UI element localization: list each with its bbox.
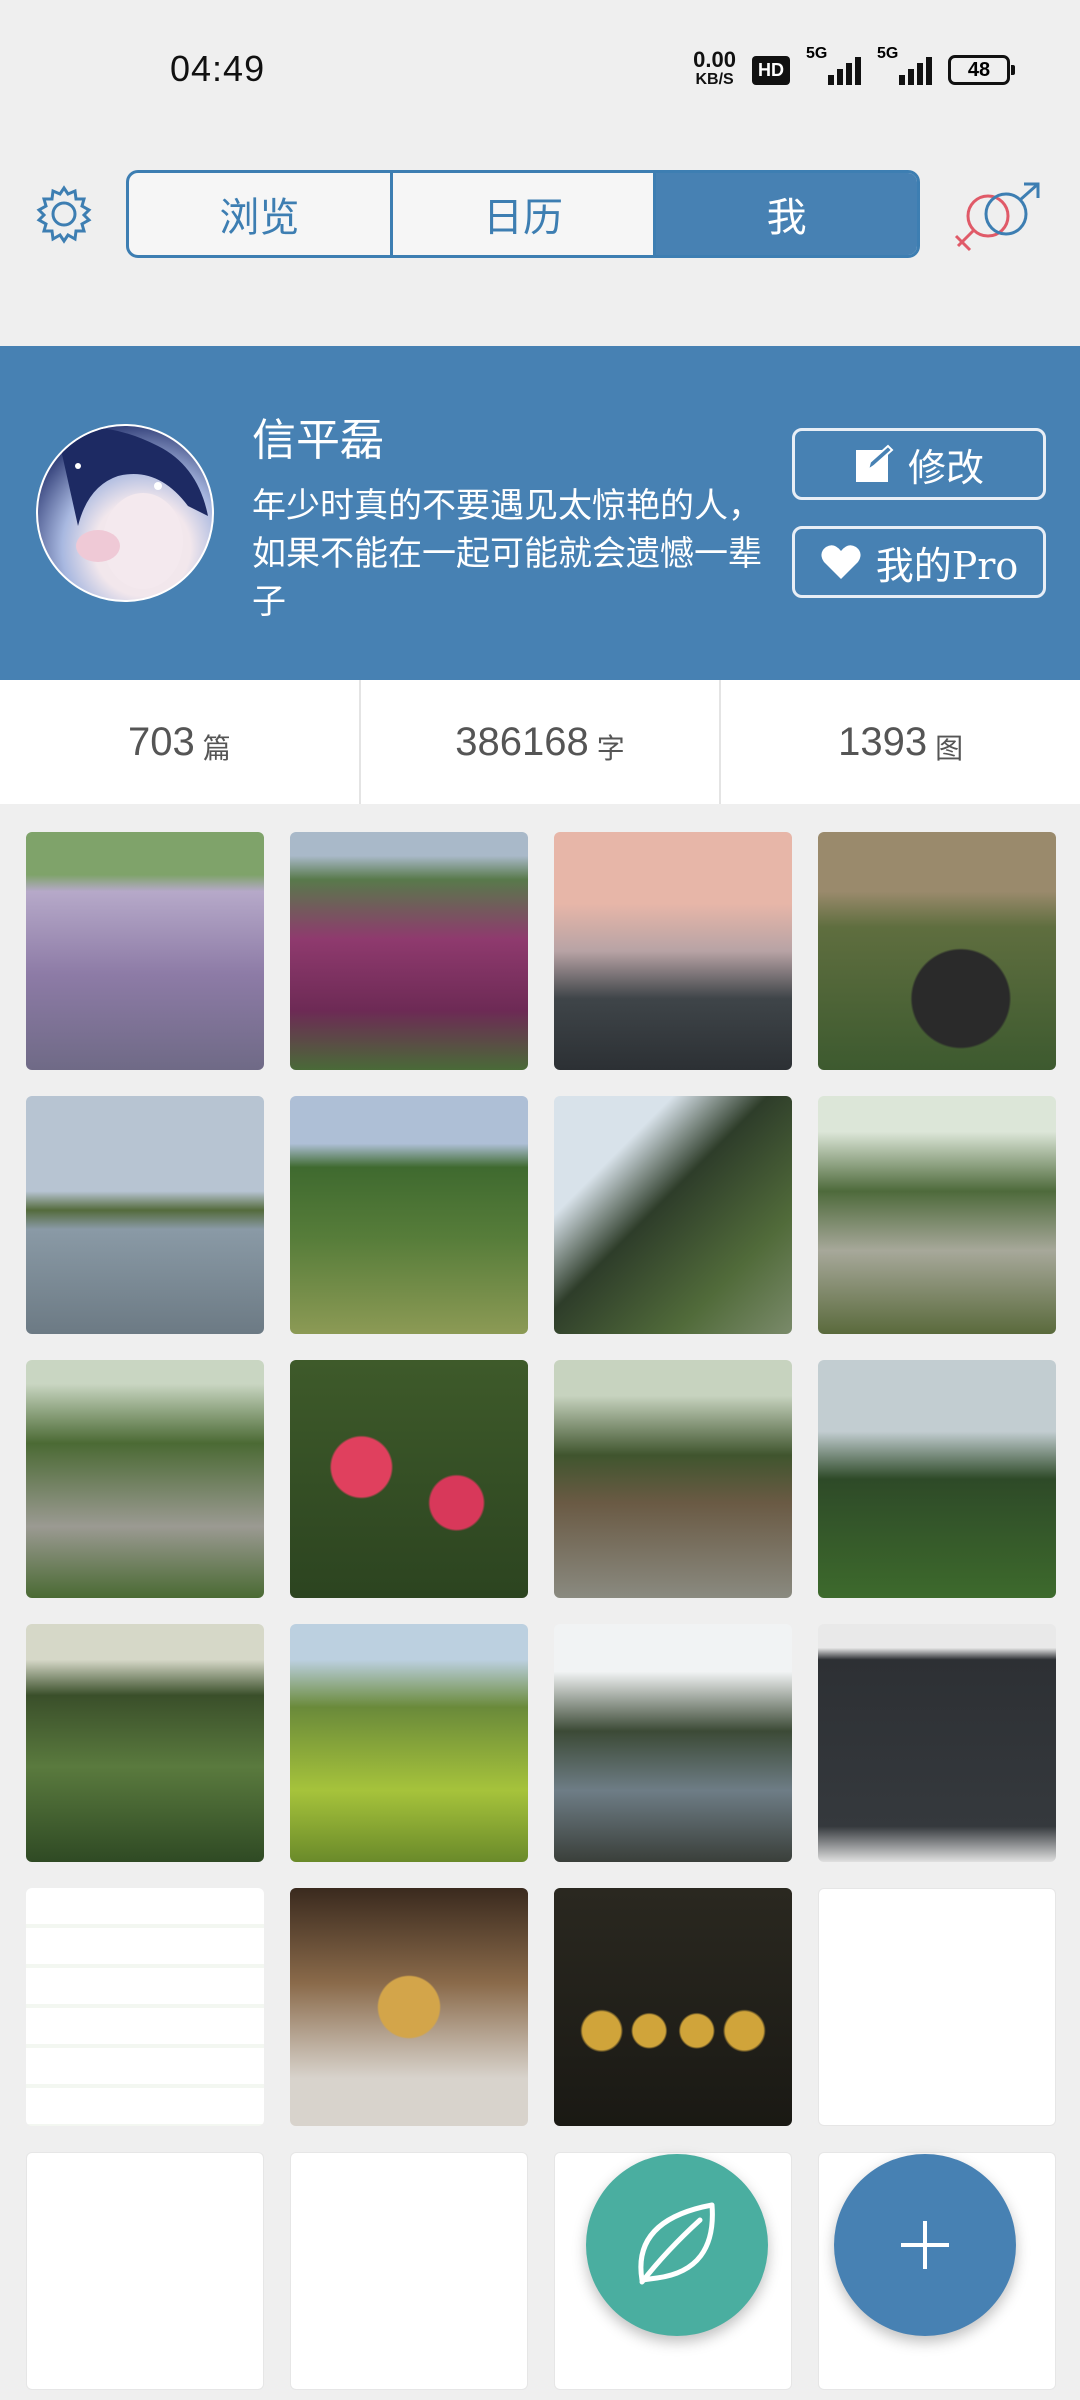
edit-icon <box>855 444 894 482</box>
photo-thumb[interactable] <box>26 1624 264 1862</box>
stats-bar: 703 篇 386168 字 1393 图 <box>0 680 1080 804</box>
photo-thumb[interactable] <box>818 1360 1056 1598</box>
leaf-button[interactable] <box>586 2154 768 2336</box>
tab-browse[interactable]: 浏览 <box>129 173 393 255</box>
photo-thumb[interactable] <box>290 832 528 1070</box>
photo-thumb[interactable] <box>26 1360 264 1598</box>
profile-banner: 信平磊 年少时真的不要遇见太惊艳的人，如果不能在一起可能就会遗憾一辈子 修改 我… <box>0 346 1080 680</box>
status-bar: 04:49 0.00 KB/S HD 5G 5G 48 <box>0 0 1080 140</box>
stat-articles[interactable]: 703 篇 <box>0 680 361 804</box>
clock: 04:49 <box>170 48 266 89</box>
gear-icon[interactable] <box>34 184 94 244</box>
network-speed: 0.00 KB/S <box>693 47 736 89</box>
battery-icon: 48 <box>948 55 1015 85</box>
stat-images[interactable]: 1393 图 <box>721 680 1080 804</box>
my-pro-button[interactable]: 我的Pro <box>792 526 1046 598</box>
photo-thumb[interactable] <box>818 832 1056 1070</box>
photo-thumb[interactable] <box>290 2152 528 2390</box>
avatar[interactable] <box>36 424 214 602</box>
photo-thumb[interactable] <box>26 2152 264 2390</box>
tab-me[interactable]: 我 <box>656 173 917 255</box>
photo-thumb[interactable] <box>290 1624 528 1862</box>
leaf-icon <box>638 2202 715 2285</box>
edit-profile-button[interactable]: 修改 <box>792 428 1046 500</box>
heart-icon <box>821 545 861 579</box>
photo-thumb[interactable] <box>554 1624 792 1862</box>
profile-bio: 年少时真的不要遇见太惊艳的人，如果不能在一起可能就会遗憾一辈子 <box>252 486 762 622</box>
photo-thumb[interactable] <box>818 1096 1056 1334</box>
photo-thumb[interactable] <box>554 1888 792 2126</box>
photo-thumb[interactable] <box>26 1888 264 2126</box>
photo-thumb[interactable] <box>818 1888 1056 2126</box>
photo-thumb[interactable] <box>290 1096 528 1334</box>
photo-thumb[interactable] <box>26 832 264 1070</box>
pro-label: 我的Pro <box>875 543 1019 588</box>
stat-words[interactable]: 386168 字 <box>361 680 722 804</box>
signal-icon: 5G <box>877 45 932 85</box>
photo-thumb[interactable] <box>818 1624 1056 1862</box>
signal-icon: 5G <box>806 45 861 85</box>
photo-thumb[interactable] <box>554 832 792 1070</box>
photo-thumb[interactable] <box>554 1360 792 1598</box>
tab-calendar[interactable]: 日历 <box>393 173 657 255</box>
profile-name: 信平磊 <box>252 415 384 466</box>
gender-icon[interactable] <box>950 178 1050 258</box>
add-button[interactable] <box>834 2154 1016 2336</box>
hd-badge: HD <box>752 55 790 85</box>
edit-label: 修改 <box>907 445 984 490</box>
status-icons: 0.00 KB/S HD 5G 5G 48 <box>693 45 1015 90</box>
photo-thumb[interactable] <box>554 1096 792 1334</box>
photo-thumb[interactable] <box>26 1096 264 1334</box>
main-tabs: 浏览 日历 我 <box>126 170 920 258</box>
photo-thumb[interactable] <box>290 1888 528 2126</box>
photo-thumb[interactable] <box>290 1360 528 1598</box>
plus-icon <box>901 2221 949 2269</box>
